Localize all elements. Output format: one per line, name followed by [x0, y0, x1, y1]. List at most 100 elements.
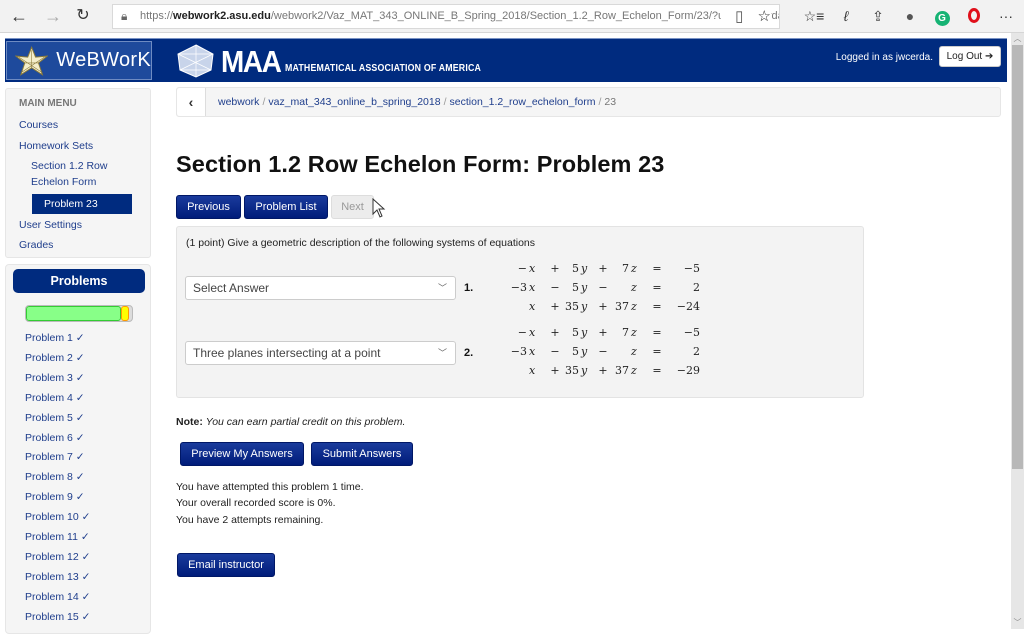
equation-term: x: [529, 300, 535, 313]
attempts-count: You have attempted this problem 1 time.: [176, 481, 364, 493]
problem-list-item[interactable]: Problem 5 ✓: [25, 412, 85, 424]
scroll-thumb[interactable]: [1012, 45, 1023, 469]
breadcrumb-item[interactable]: vaz_mat_343_online_b_spring_2018: [268, 96, 440, 108]
problem-list-item[interactable]: Problem 12 ✓: [25, 551, 90, 563]
attempts-info: You have attempted this problem 1 time. …: [176, 479, 364, 528]
equation-term: 35: [565, 300, 579, 313]
problem-list-item[interactable]: Problem 7 ✓: [25, 451, 85, 463]
next-button[interactable]: Next: [331, 195, 374, 219]
breadcrumb-back-button[interactable]: ‹: [177, 88, 206, 116]
maa-subtitle: MATHEMATICAL ASSOCIATION OF AMERICA: [285, 63, 482, 74]
equation-term: z: [631, 281, 637, 294]
equation-term: x: [529, 326, 535, 339]
url-path: /webwork2/Vaz_MAT_343_ONLINE_B_Spring_20…: [270, 10, 780, 22]
note-label: Note:: [176, 416, 203, 428]
address-bar[interactable]: 🔒︎ https://webwork2.asu.edu/webwork2/Vaz…: [112, 4, 780, 29]
logout-label: Log Out: [946, 51, 983, 62]
equation-term: z: [631, 345, 637, 358]
answer-select-2[interactable]: Three planes intersecting at a point ﹀: [185, 341, 456, 365]
more-icon[interactable]: ···: [990, 6, 1022, 26]
recorded-score: Your overall recorded score is 0%.: [176, 497, 336, 510]
scroll-up-icon[interactable]: ︿: [1011, 33, 1024, 45]
extension-bulb-icon[interactable]: ●: [894, 6, 926, 26]
equation-term: y: [581, 326, 587, 339]
sidebar-item-courses[interactable]: Courses: [19, 119, 58, 131]
problem-list-item[interactable]: Problem 13 ✓: [25, 571, 90, 583]
favorite-star-icon[interactable]: ☆: [758, 8, 771, 25]
problem-list-item[interactable]: Problem 9 ✓: [25, 491, 85, 503]
problem-list-item[interactable]: Problem 6 ✓: [25, 432, 85, 444]
page-scrollbar[interactable]: ︿ ﹀: [1011, 33, 1024, 629]
webwork-logo[interactable]: WeBWorK: [6, 41, 152, 80]
pen-icon[interactable]: ℓ: [830, 6, 862, 26]
back-icon[interactable]: ←: [8, 6, 30, 26]
sidebar-item-set[interactable]: Section 1.2 Row Echelon Form: [31, 158, 107, 190]
lock-icon: 🔒︎: [121, 9, 128, 23]
equation-term: z: [631, 364, 637, 377]
logged-in-text: Logged in as jwcerda.: [835, 52, 933, 63]
favorites-list-icon[interactable]: ☆≡: [798, 6, 830, 26]
breadcrumb-current: 23: [604, 96, 617, 108]
url-scheme: https://: [140, 10, 174, 22]
sidebar-item-homework-sets[interactable]: Homework Sets: [19, 140, 93, 152]
breadcrumb-item[interactable]: webwork: [218, 96, 259, 108]
breadcrumb-item[interactable]: section_1.2_row_echelon_form: [450, 96, 596, 108]
problem-list-button[interactable]: Problem List: [244, 195, 328, 219]
submit-answers-button[interactable]: Submit Answers: [311, 442, 413, 466]
refresh-icon[interactable]: ↻: [72, 6, 94, 26]
sidebar-item-user-settings[interactable]: User Settings: [19, 219, 82, 231]
sidebar-item-grades[interactable]: Grades: [19, 239, 53, 251]
question-number-1: 1.: [464, 282, 474, 294]
share-icon[interactable]: ⇪: [862, 6, 894, 26]
variable: z: [631, 262, 637, 275]
main-menu-title: MAIN MENU: [19, 98, 77, 109]
variable: x: [529, 345, 536, 358]
equation-term: 5: [572, 345, 579, 358]
problems-title: Problems: [13, 269, 145, 293]
equation-term: 5: [572, 262, 579, 275]
equation-term: 2: [693, 281, 700, 294]
answer-select-1[interactable]: Select Answer ﹀: [185, 276, 456, 300]
problem-list-item[interactable]: Problem 15 ✓: [25, 611, 90, 623]
email-instructor-button[interactable]: Email instructor: [177, 553, 275, 577]
forward-icon[interactable]: →: [42, 6, 64, 26]
equation-term: −: [598, 345, 608, 358]
main-menu: MAIN MENU Courses Homework Sets Section …: [5, 88, 151, 258]
problem-list-item[interactable]: Problem 11 ✓: [25, 531, 90, 543]
problem-list-item[interactable]: Problem 10 ✓: [25, 511, 90, 523]
equation-term: 5: [572, 281, 579, 294]
equation-term: x: [529, 262, 535, 275]
preview-answers-button[interactable]: Preview My Answers: [180, 442, 304, 466]
reading-view-icon[interactable]: ▯: [735, 8, 743, 25]
equation-term: 7: [622, 262, 629, 275]
url-host: webwork2.asu.edu: [173, 10, 271, 22]
problem-list-item[interactable]: Problem 14 ✓: [25, 591, 90, 603]
sidebar-item-problem-23[interactable]: Problem 23: [32, 194, 132, 214]
webwork-star-icon: [15, 45, 49, 76]
problem-list-item[interactable]: Problem 1 ✓: [25, 332, 85, 344]
variable: y: [581, 281, 588, 294]
variable: z: [631, 364, 637, 377]
problem-list-item[interactable]: Problem 8 ✓: [25, 471, 85, 483]
scroll-down-icon[interactable]: ﹀: [1011, 617, 1024, 629]
set-name-line1: Section 1.2 Row: [31, 160, 108, 172]
variable: y: [581, 326, 588, 339]
problem-list-item[interactable]: Problem 3 ✓: [25, 372, 85, 384]
equation-term: −5: [683, 262, 700, 275]
equation-term: 2: [693, 345, 700, 358]
opera-icon[interactable]: [958, 6, 990, 26]
maa-logo[interactable]: MAA MATHEMATICAL ASSOCIATION OF AMERICA: [177, 42, 508, 78]
logout-button[interactable]: Log Out ➔: [939, 46, 1001, 67]
previous-button[interactable]: Previous: [176, 195, 241, 219]
variable: z: [631, 345, 637, 358]
breadcrumb: ‹ webwork / vaz_mat_343_online_b_spring_20…: [176, 87, 1001, 117]
equation-term: −3: [510, 281, 527, 294]
page-title: Section 1.2 Row Echelon Form: Problem 23: [176, 151, 665, 177]
equation-term: 5: [572, 326, 579, 339]
problem-list-item[interactable]: Problem 2 ✓: [25, 352, 85, 364]
progress-partial: [121, 306, 129, 321]
problem-list-item[interactable]: Problem 4 ✓: [25, 392, 85, 404]
grammarly-icon[interactable]: G: [926, 6, 958, 26]
variable: y: [581, 300, 588, 313]
variable: y: [581, 364, 588, 377]
